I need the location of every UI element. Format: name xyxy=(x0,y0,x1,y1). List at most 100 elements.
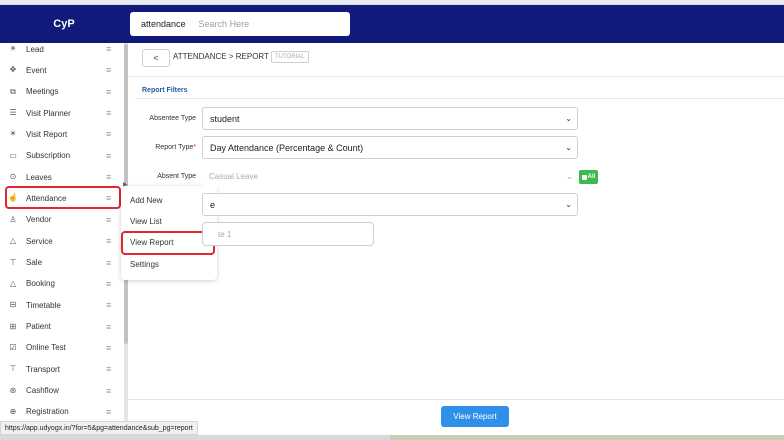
cashflow-icon: ⊛ xyxy=(9,385,17,395)
chevron-down-icon: ⌄ xyxy=(565,114,572,123)
sale-icon: ⊤ xyxy=(9,257,17,267)
sidebar-item-label: Visit Planner xyxy=(26,108,71,118)
top-header: CyP attendance xyxy=(0,5,784,43)
view-report-button[interactable]: View Report xyxy=(441,406,509,427)
required-mark: * xyxy=(193,144,196,151)
sidebar-item-label: Leaves xyxy=(26,172,52,182)
sidebar-item-label: Sale xyxy=(26,258,43,267)
sidebar-item-transport[interactable]: ⊤ Transport ≡ xyxy=(0,359,122,379)
menu-icon[interactable]: ≡ xyxy=(106,65,111,75)
search-input[interactable] xyxy=(198,19,329,29)
menu-icon[interactable]: ≡ xyxy=(106,151,111,161)
sidebar-item-leaves[interactable]: ⊙ Leaves ≡ xyxy=(0,167,122,187)
report-type-value: Day Attendance (Percentage & Count) xyxy=(210,142,364,153)
sidebar-item-vendor[interactable]: ♙ Vendor ≡ xyxy=(0,210,122,230)
tutorial-badge[interactable]: TUTORIAL xyxy=(271,51,309,63)
menu-icon[interactable]: ≡ xyxy=(106,279,111,289)
view-report-highlight xyxy=(121,231,215,255)
menu-icon[interactable]: ≡ xyxy=(106,322,111,332)
submenu-item-settings[interactable]: Settings xyxy=(130,260,159,269)
date-input[interactable]: te 1 xyxy=(202,222,374,246)
search-module-label[interactable]: attendance xyxy=(141,19,186,29)
select-all-label: All xyxy=(587,174,596,180)
sidebar-item-label: Subscription xyxy=(26,151,71,161)
sidebar-item-label: Event xyxy=(26,65,47,75)
menu-icon[interactable]: ≡ xyxy=(106,215,111,225)
meetings-icon: ⧉ xyxy=(10,86,16,96)
sidebar-item-online-test[interactable]: ☑ Online Test ≡ xyxy=(0,338,122,358)
service-icon: △ xyxy=(9,236,17,246)
absentee-type-value: student xyxy=(210,113,240,124)
absentee-type-select[interactable]: student ⌄ xyxy=(202,107,578,130)
absent-type-select[interactable]: Casual Leave ⌄ xyxy=(202,165,578,188)
submenu-item-view-list[interactable]: View List xyxy=(130,217,162,226)
select-all-button[interactable]: All xyxy=(579,170,598,184)
sidebar-item-label: Patient xyxy=(26,322,51,332)
registration-icon: ⊕ xyxy=(9,406,17,416)
visit-planner-icon: ☰ xyxy=(9,108,17,118)
chevron-down-icon: ⌄ xyxy=(565,200,572,209)
sidebar-item-label: Timetable xyxy=(26,300,61,310)
back-button[interactable]: < xyxy=(142,49,170,67)
sidebar-item-visit-planner[interactable]: ☰ Visit Planner ≡ xyxy=(0,103,122,123)
taskbar-segment xyxy=(390,435,784,440)
sidebar-item-registration[interactable]: ⊕ Registration ≡ xyxy=(0,402,122,422)
lead-icon: ☀ xyxy=(9,44,17,53)
sidebar-item-label: Visit Report xyxy=(26,129,68,139)
global-search[interactable]: attendance xyxy=(130,12,350,36)
sidebar-item-meetings[interactable]: ⧉ Meetings ≡ xyxy=(0,82,122,102)
sidebar-item-label: Vendor xyxy=(26,215,52,225)
menu-icon[interactable]: ≡ xyxy=(106,300,111,310)
sidebar: ☀ Lead ≡ ✥ Event ≡ ⧉ Meetings ≡ ☰ Visit Planner ≡ ☀ V… xyxy=(0,43,128,421)
attendance-highlight xyxy=(5,186,121,209)
sidebar-item-timetable[interactable]: ⊟ Timetable ≡ xyxy=(0,295,122,315)
visit-report-icon: ☀ xyxy=(9,129,17,139)
sidebar-item-label: Cashflow xyxy=(26,386,59,396)
app-root: CyP attendance ☀ Lead ≡ ✥ Event ≡ ⧉ Meetings ≡ ☰ V… xyxy=(0,0,784,440)
sidebar-item-service[interactable]: △ Service ≡ xyxy=(0,231,122,251)
section-title: Report Filters xyxy=(142,87,188,94)
absent-type-label: Absent Type xyxy=(157,173,196,180)
patient-icon: ⊞ xyxy=(9,321,17,331)
report-type-label: Report Type* xyxy=(110,144,196,151)
menu-icon[interactable]: ≡ xyxy=(106,129,111,139)
menu-icon[interactable]: ≡ xyxy=(106,236,111,246)
sidebar-item-label: Booking xyxy=(26,279,55,289)
sidebar-item-visit-report[interactable]: ☀ Visit Report ≡ xyxy=(0,124,122,144)
menu-icon[interactable]: ≡ xyxy=(106,386,111,396)
sidebar-item-label: Registration xyxy=(26,407,69,417)
filter-select-4[interactable]: e ⌄ xyxy=(202,193,578,216)
report-type-select[interactable]: Day Attendance (Percentage & Count) ⌄ xyxy=(202,136,578,159)
sidebar-item-event[interactable]: ✥ Event ≡ xyxy=(0,60,122,80)
event-icon: ✥ xyxy=(9,65,17,75)
chevron-down-icon: ⌄ xyxy=(566,172,573,181)
leaves-icon: ⊙ xyxy=(9,172,17,182)
sidebar-item-patient[interactable]: ⊞ Patient ≡ xyxy=(0,317,122,337)
sidebar-item-sale[interactable]: ⊤ Sale ≡ xyxy=(0,253,122,273)
taskbar-strip xyxy=(0,435,784,440)
menu-icon[interactable]: ≡ xyxy=(106,407,111,417)
transport-icon: ⊤ xyxy=(9,364,17,374)
absent-type-value: Casual Leave xyxy=(209,172,258,181)
sidebar-item-subscription[interactable]: ▭ Subscription ≡ xyxy=(0,146,122,166)
sidebar-item-booking[interactable]: △ Booking ≡ xyxy=(0,274,122,294)
subscription-icon: ▭ xyxy=(9,150,17,160)
menu-icon[interactable]: ≡ xyxy=(106,87,111,97)
online-test-icon: ☑ xyxy=(9,342,17,352)
checkbox-icon xyxy=(581,174,587,180)
vendor-icon: ♙ xyxy=(9,214,17,224)
chevron-down-icon: ⌄ xyxy=(565,143,572,152)
app-logo[interactable]: CyP xyxy=(0,5,128,43)
booking-icon: △ xyxy=(9,278,17,288)
sidebar-item-label: Meetings xyxy=(26,87,59,97)
timetable-icon: ⊟ xyxy=(9,300,17,310)
submenu-item-add-new[interactable]: Add New xyxy=(130,196,162,205)
menu-icon[interactable]: ≡ xyxy=(106,44,111,54)
section-divider xyxy=(135,98,784,99)
menu-icon[interactable]: ≡ xyxy=(106,258,111,268)
status-url: https://app.udyogx.in/?for=5&pg=attendan… xyxy=(0,421,198,435)
menu-icon[interactable]: ≡ xyxy=(106,364,111,374)
sidebar-item-lead[interactable]: ☀ Lead ≡ xyxy=(0,39,122,59)
menu-icon[interactable]: ≡ xyxy=(106,343,111,353)
sidebar-item-cashflow[interactable]: ⊛ Cashflow ≡ xyxy=(0,381,122,401)
